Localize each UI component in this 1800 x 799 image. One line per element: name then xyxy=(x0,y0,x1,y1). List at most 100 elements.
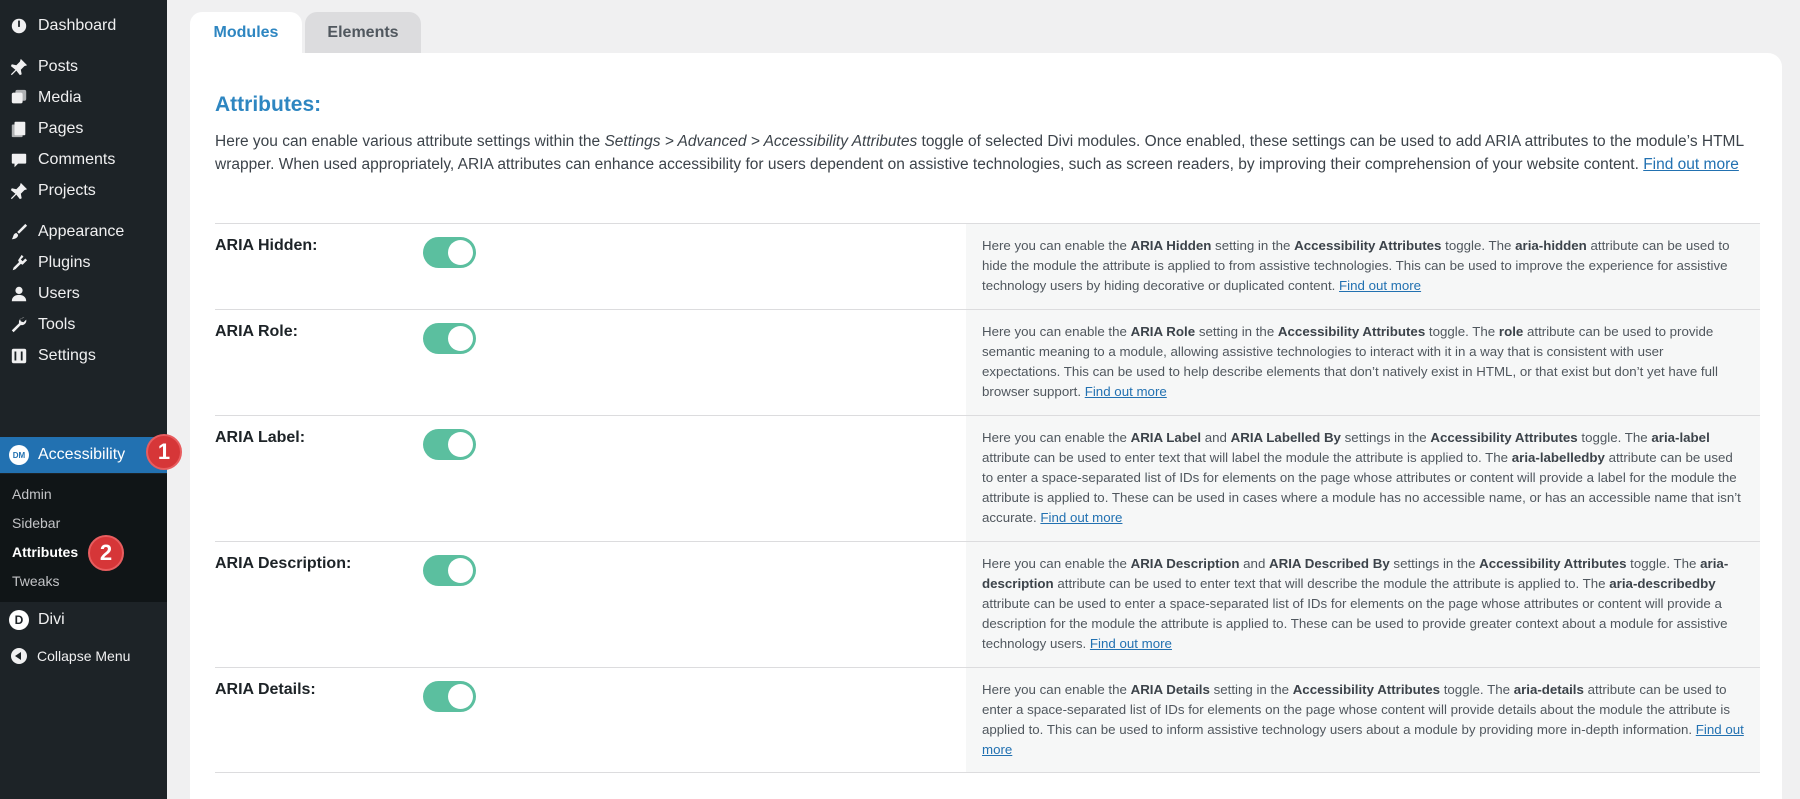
settings-icon xyxy=(9,346,29,366)
description-emphasis: aria-details xyxy=(1513,682,1584,697)
submenu-item-sidebar[interactable]: Sidebar xyxy=(12,515,60,531)
pin-icon xyxy=(9,181,29,201)
description-text: and xyxy=(1239,556,1270,571)
aria-hidden-toggle[interactable] xyxy=(423,237,476,268)
description-text: toggle. The xyxy=(1425,324,1499,339)
description-emphasis: aria-describedby xyxy=(1609,576,1716,591)
description-text: Here you can enable the xyxy=(982,556,1131,571)
setting-label: ARIA Role: xyxy=(215,323,298,340)
setting-row-aria-hidden: ARIA Hidden: Here you can enable the ARIA… xyxy=(215,223,1760,309)
description-emphasis: ARIA Role xyxy=(1130,324,1196,339)
description-text: toggle. The xyxy=(1626,556,1701,571)
settings-panel: Attributes: Here you can enable various … xyxy=(190,53,1782,799)
description-text: toggle. The xyxy=(1440,682,1514,697)
sidebar-item-label: Projects xyxy=(38,182,96,199)
description-emphasis: ARIA Hidden xyxy=(1130,238,1212,253)
collapse-menu-label: Collapse Menu xyxy=(37,648,131,664)
setting-description: Here you can enable the ARIA Description… xyxy=(966,542,1760,667)
section-heading: Attributes: xyxy=(215,93,322,116)
description-emphasis: ARIA Described By xyxy=(1269,556,1390,571)
sidebar-item-label: Appearance xyxy=(38,223,125,240)
sidebar-item-label: Users xyxy=(38,285,80,302)
description-text: Here you can enable the xyxy=(982,238,1131,253)
find-out-more-link[interactable]: Find out more xyxy=(1040,510,1122,525)
description-emphasis: aria-labelledby xyxy=(1511,450,1605,465)
sidebar-item-accessibility[interactable]: DM Accessibility xyxy=(0,437,167,473)
aria-label-toggle[interactable] xyxy=(423,429,476,460)
toggle-knob xyxy=(448,558,473,583)
tab-modules[interactable]: Modules xyxy=(190,12,302,54)
setting-row-aria-role: ARIA Role: Here you can enable the ARIA R… xyxy=(215,309,1760,415)
media-icon xyxy=(9,88,29,108)
description-text: Here you can enable the xyxy=(982,324,1131,339)
step-badge-2: 2 xyxy=(88,535,124,571)
collapse-arrow-icon xyxy=(11,648,27,664)
description-emphasis: ARIA Details xyxy=(1130,682,1210,697)
description-emphasis: role xyxy=(1498,324,1524,339)
pages-icon xyxy=(9,119,29,139)
description-text: attribute can be used to enter text that… xyxy=(1053,576,1610,591)
submenu-item-attributes[interactable]: Attributes xyxy=(12,544,78,560)
intro-settings-path: Settings > Advanced > Accessibility Attr… xyxy=(604,133,918,150)
submenu-item-tweaks[interactable]: Tweaks xyxy=(12,573,59,589)
toggle-knob xyxy=(448,684,473,709)
description-emphasis: Accessibility Attributes xyxy=(1292,682,1440,697)
sidebar-item-label: Tools xyxy=(38,316,76,333)
description-text: attribute can be used to enter text that… xyxy=(982,450,1512,465)
comment-icon xyxy=(9,150,29,170)
description-emphasis: Accessibility Attributes xyxy=(1479,556,1627,571)
sidebar-item-projects[interactable]: Projects xyxy=(0,173,167,209)
sidebar-item-dashboard[interactable]: Dashboard xyxy=(0,8,167,44)
user-icon xyxy=(9,284,29,304)
admin-sidebar: Dashboard Posts Media Pages Comments Projects… xyxy=(0,0,167,799)
description-text: Here you can enable the xyxy=(982,682,1131,697)
description-emphasis: ARIA Labelled By xyxy=(1230,430,1341,445)
description-text: toggle. The xyxy=(1441,238,1516,253)
find-out-more-link[interactable]: Find out more xyxy=(1339,278,1421,293)
intro-text-part1: Here you can enable various attribute se… xyxy=(215,133,605,150)
description-text: setting in the xyxy=(1195,324,1278,339)
intro-text: Here you can enable various attribute se… xyxy=(215,131,1760,176)
aria-details-toggle[interactable] xyxy=(423,681,476,712)
tab-elements[interactable]: Elements xyxy=(305,12,421,54)
aria-role-toggle[interactable] xyxy=(423,323,476,354)
wrench-icon xyxy=(9,315,29,335)
find-out-more-link[interactable]: Find out more xyxy=(1090,636,1172,651)
description-text: setting in the xyxy=(1209,682,1293,697)
toggle-knob xyxy=(448,326,473,351)
accessibility-submenu: Admin Sidebar Attributes Tweaks xyxy=(0,474,167,602)
step-badge-1: 1 xyxy=(146,434,182,470)
divi-logo-icon: D xyxy=(9,610,29,630)
pin-icon xyxy=(9,57,29,77)
description-text: setting in the xyxy=(1211,238,1295,253)
sidebar-item-label: Pages xyxy=(38,120,84,137)
setting-description: Here you can enable the ARIA Label and A… xyxy=(966,416,1760,541)
sidebar-item-divi[interactable]: D Divi xyxy=(0,602,167,638)
setting-description: Here you can enable the ARIA Role settin… xyxy=(966,310,1760,415)
sidebar-item-label: Divi xyxy=(38,611,65,628)
collapse-menu-button[interactable]: Collapse Menu xyxy=(0,638,167,674)
description-emphasis: ARIA Label xyxy=(1130,430,1202,445)
setting-description: Here you can enable the ARIA Details set… xyxy=(966,668,1760,772)
description-text: and xyxy=(1201,430,1231,445)
setting-row-aria-description: ARIA Description: Here you can enable the… xyxy=(215,541,1760,667)
intro-find-out-more-link[interactable]: Find out more xyxy=(1643,156,1739,173)
setting-label: ARIA Description: xyxy=(215,555,352,572)
description-emphasis: aria-label xyxy=(1651,430,1710,445)
dm-logo-icon: DM xyxy=(9,445,29,465)
description-emphasis: Accessibility Attributes xyxy=(1294,238,1442,253)
sidebar-item-label: Media xyxy=(38,89,82,106)
toggle-knob xyxy=(448,240,473,265)
plugin-icon xyxy=(9,253,29,273)
setting-description: Here you can enable the ARIA Hidden sett… xyxy=(966,224,1760,309)
aria-description-toggle[interactable] xyxy=(423,555,476,586)
description-emphasis: Accessibility Attributes xyxy=(1430,430,1578,445)
sidebar-item-settings[interactable]: Settings xyxy=(0,338,167,374)
description-text: settings in the xyxy=(1340,430,1431,445)
description-emphasis: aria-hidden xyxy=(1515,238,1587,253)
setting-label: ARIA Hidden: xyxy=(215,237,318,254)
sidebar-item-label: Plugins xyxy=(38,254,91,271)
find-out-more-link[interactable]: Find out more xyxy=(1085,384,1167,399)
submenu-item-admin[interactable]: Admin xyxy=(12,486,52,502)
description-emphasis: ARIA Description xyxy=(1130,556,1240,571)
